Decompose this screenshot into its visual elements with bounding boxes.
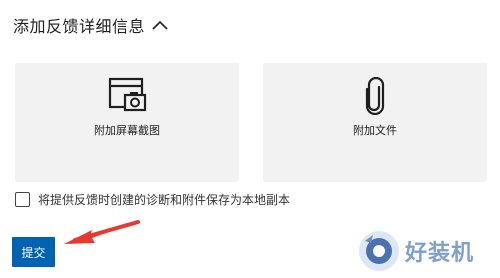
- save-copy-label: 将提供反馈时创建的诊断和附件保存为本地副本: [38, 192, 291, 207]
- paperclip-icon: [365, 77, 385, 115]
- save-copy-checkbox[interactable]: [15, 191, 30, 207]
- attach-screenshot-button[interactable]: 附加屏幕截图: [15, 63, 239, 182]
- watermark-text: 好装机: [405, 241, 475, 266]
- site-watermark: 好装机: [357, 228, 497, 274]
- chevron-up-icon[interactable]: [151, 19, 169, 31]
- save-copy-option[interactable]: 将提供反馈时创建的诊断和附件保存为本地副本: [15, 188, 290, 210]
- screenshot-icon: [108, 77, 147, 112]
- attach-file-label: 附加文件: [353, 124, 397, 137]
- attach-screenshot-label: 附加屏幕截图: [94, 124, 160, 137]
- attach-file-button[interactable]: 附加文件: [263, 63, 487, 182]
- watermark-logo-icon: [357, 229, 401, 273]
- feedback-details-header[interactable]: 添加反馈详细信息: [13, 12, 169, 38]
- feedback-details-title: 添加反馈详细信息: [13, 17, 146, 36]
- submit-button[interactable]: 提交: [12, 237, 55, 267]
